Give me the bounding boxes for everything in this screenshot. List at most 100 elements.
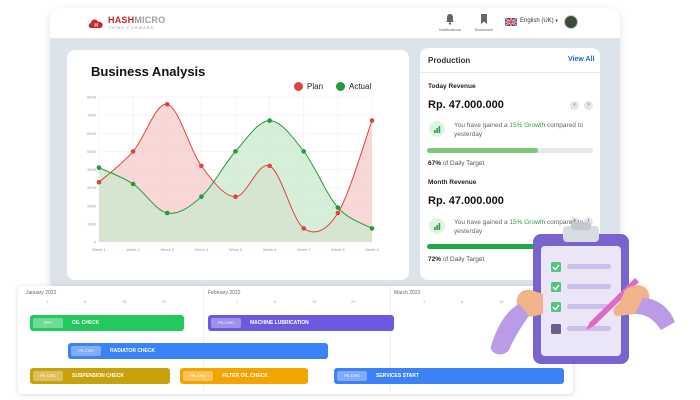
gantt-task-filter-oil-check[interactable]: PK-CHO FILTER OIL CHECK: [180, 368, 308, 384]
svg-text:H: H: [94, 23, 98, 29]
task-name: FILTER OIL CHECK: [222, 373, 268, 379]
data-point-plan: [233, 194, 238, 199]
check-icon: [551, 282, 561, 292]
x-tick-label: Week 9: [365, 247, 379, 252]
language-label: English (UK): [520, 18, 554, 24]
top-bar: H HASHMICRO THINK FORWARD Notifications …: [50, 8, 620, 39]
view-all-link[interactable]: View All: [568, 56, 594, 63]
y-tick-label: 1000: [87, 221, 97, 226]
day-label: 8: [461, 299, 464, 304]
growth-chart-icon: [429, 218, 445, 234]
data-point-actual: [233, 149, 238, 154]
month-label-february: February 2022: [208, 290, 241, 296]
data-point-plan: [96, 179, 102, 185]
day-label: 1: [423, 299, 426, 304]
task-code: PK-CHO: [211, 318, 241, 328]
day-label: 22: [162, 299, 167, 304]
growth-chart-icon: [429, 121, 445, 137]
y-tick-label: 7000: [87, 113, 97, 118]
y-tick-label: 0: [94, 240, 97, 245]
hashmicro-logo-icon: H: [88, 19, 103, 29]
avatar[interactable]: [564, 15, 578, 29]
y-tick-label: 5000: [87, 149, 97, 154]
today-prev-button[interactable]: ‹: [570, 101, 579, 110]
task-name: SERVICES START: [376, 373, 419, 379]
bell-icon[interactable]: [443, 12, 457, 26]
data-point-actual: [267, 118, 272, 123]
y-tick-label: 3000: [87, 185, 97, 190]
task-name: SUSPENSION CHECK: [72, 373, 124, 379]
data-point-plan: [267, 163, 272, 169]
day-label: 1: [46, 299, 49, 304]
chart-y-ticks: 0 1000 2000 3000 4000 5000 6000 7000 8000: [87, 95, 97, 245]
x-tick-label: Week 1: [92, 247, 106, 252]
y-tick-label: 2000: [87, 203, 97, 208]
data-point-plan: [369, 118, 375, 123]
task-name: RADIATOR CHECK: [110, 348, 156, 354]
data-point-actual: [130, 181, 136, 187]
data-point-actual: [199, 194, 204, 199]
data-point-actual: [96, 165, 102, 170]
task-name: OIL CHECK: [72, 320, 100, 326]
left-sleeve: [490, 304, 529, 355]
data-point-plan: [199, 163, 204, 169]
task-code: PK-CHO: [337, 371, 367, 381]
y-tick-label: 8000: [87, 95, 97, 100]
unchecked-box-icon: [551, 324, 561, 334]
task-code: PK-CHO: [183, 371, 213, 381]
month-label-january: January 2022: [26, 290, 57, 296]
bookmark-label[interactable]: Bookmark: [464, 27, 504, 32]
brand-tagline: THINK FORWARD: [108, 25, 155, 30]
month-revenue-amount: Rp. 47.000.000: [428, 195, 504, 207]
data-point-actual: [301, 149, 307, 154]
today-target-text: 67% of Daily Target: [428, 160, 485, 167]
month-target-text: 72% of Daily Target: [428, 256, 485, 263]
gantt-task-oil-check[interactable]: EPH OIL CHECK: [30, 315, 184, 331]
today-revenue-label: Today Revenue: [428, 83, 476, 90]
day-label: 22: [351, 299, 356, 304]
y-tick-label: 4000: [87, 167, 97, 172]
x-tick-label: Week 3: [161, 247, 175, 252]
language-selector[interactable]: English (UK) ▾: [520, 18, 558, 24]
chevron-left-icon: ‹: [573, 102, 576, 108]
today-growth-text: You have gained a 15% Growth compared to…: [454, 122, 584, 138]
production-title: Production: [428, 56, 471, 65]
today-revenue-amount: Rp. 47.000.000: [428, 99, 504, 111]
gantt-task-suspension-check[interactable]: PK-CHO SUSPENSION CHECK: [30, 368, 170, 384]
bookmark-icon[interactable]: [477, 12, 491, 26]
data-point-actual: [369, 226, 375, 231]
today-next-button[interactable]: ›: [584, 101, 593, 110]
day-label: 15: [312, 299, 317, 304]
month-revenue-label: Month Revenue: [428, 179, 477, 186]
gantt-task-machine-lubrication[interactable]: PK-CHO MACHINE LUBRICATION: [208, 315, 394, 331]
day-label: 8: [274, 299, 277, 304]
brand-name[interactable]: HASHMICRO: [108, 15, 165, 25]
today-progress-fill: [427, 148, 539, 153]
business-analysis-card: Business Analysis Plan Actual 0 1000 2000 3…: [67, 50, 409, 280]
chevron-down-icon: ▾: [555, 18, 558, 24]
today-progress-bar: [427, 148, 593, 153]
data-point-plan: [335, 210, 341, 216]
data-point-actual: [164, 210, 170, 216]
x-tick-label: Week 8: [331, 247, 345, 252]
task-name: MACHINE LUBRICATION: [250, 320, 309, 326]
x-tick-label: Week 6: [263, 247, 277, 252]
day-label: 1: [236, 299, 239, 304]
chart-x-ticks: Week 1 Week 2 Week 3 Week 4 Week 5 Week 6 Week…: [92, 247, 379, 252]
y-tick-label: 6000: [87, 131, 97, 136]
task-code: EPH: [33, 318, 63, 328]
month-label-march: March 2022: [394, 290, 421, 296]
uk-flag-icon: [505, 18, 517, 26]
task-code: PK-CHO: [33, 371, 63, 381]
day-label: 15: [122, 299, 127, 304]
production-header: Production View All: [420, 48, 600, 73]
chevron-right-icon: ›: [587, 102, 590, 108]
task-code: PK-CHO: [71, 346, 101, 356]
business-analysis-chart: 0 1000 2000 3000 4000 5000 6000 7000 8000 Week 1…: [87, 95, 379, 253]
x-tick-label: Week 7: [297, 247, 311, 252]
clipboard-illustration: [490, 222, 675, 364]
data-point-actual: [335, 205, 341, 210]
check-icon: [551, 302, 561, 312]
right-sleeve: [635, 298, 675, 330]
gantt-task-radiator-check[interactable]: PK-CHO RADIATOR CHECK: [68, 343, 328, 359]
